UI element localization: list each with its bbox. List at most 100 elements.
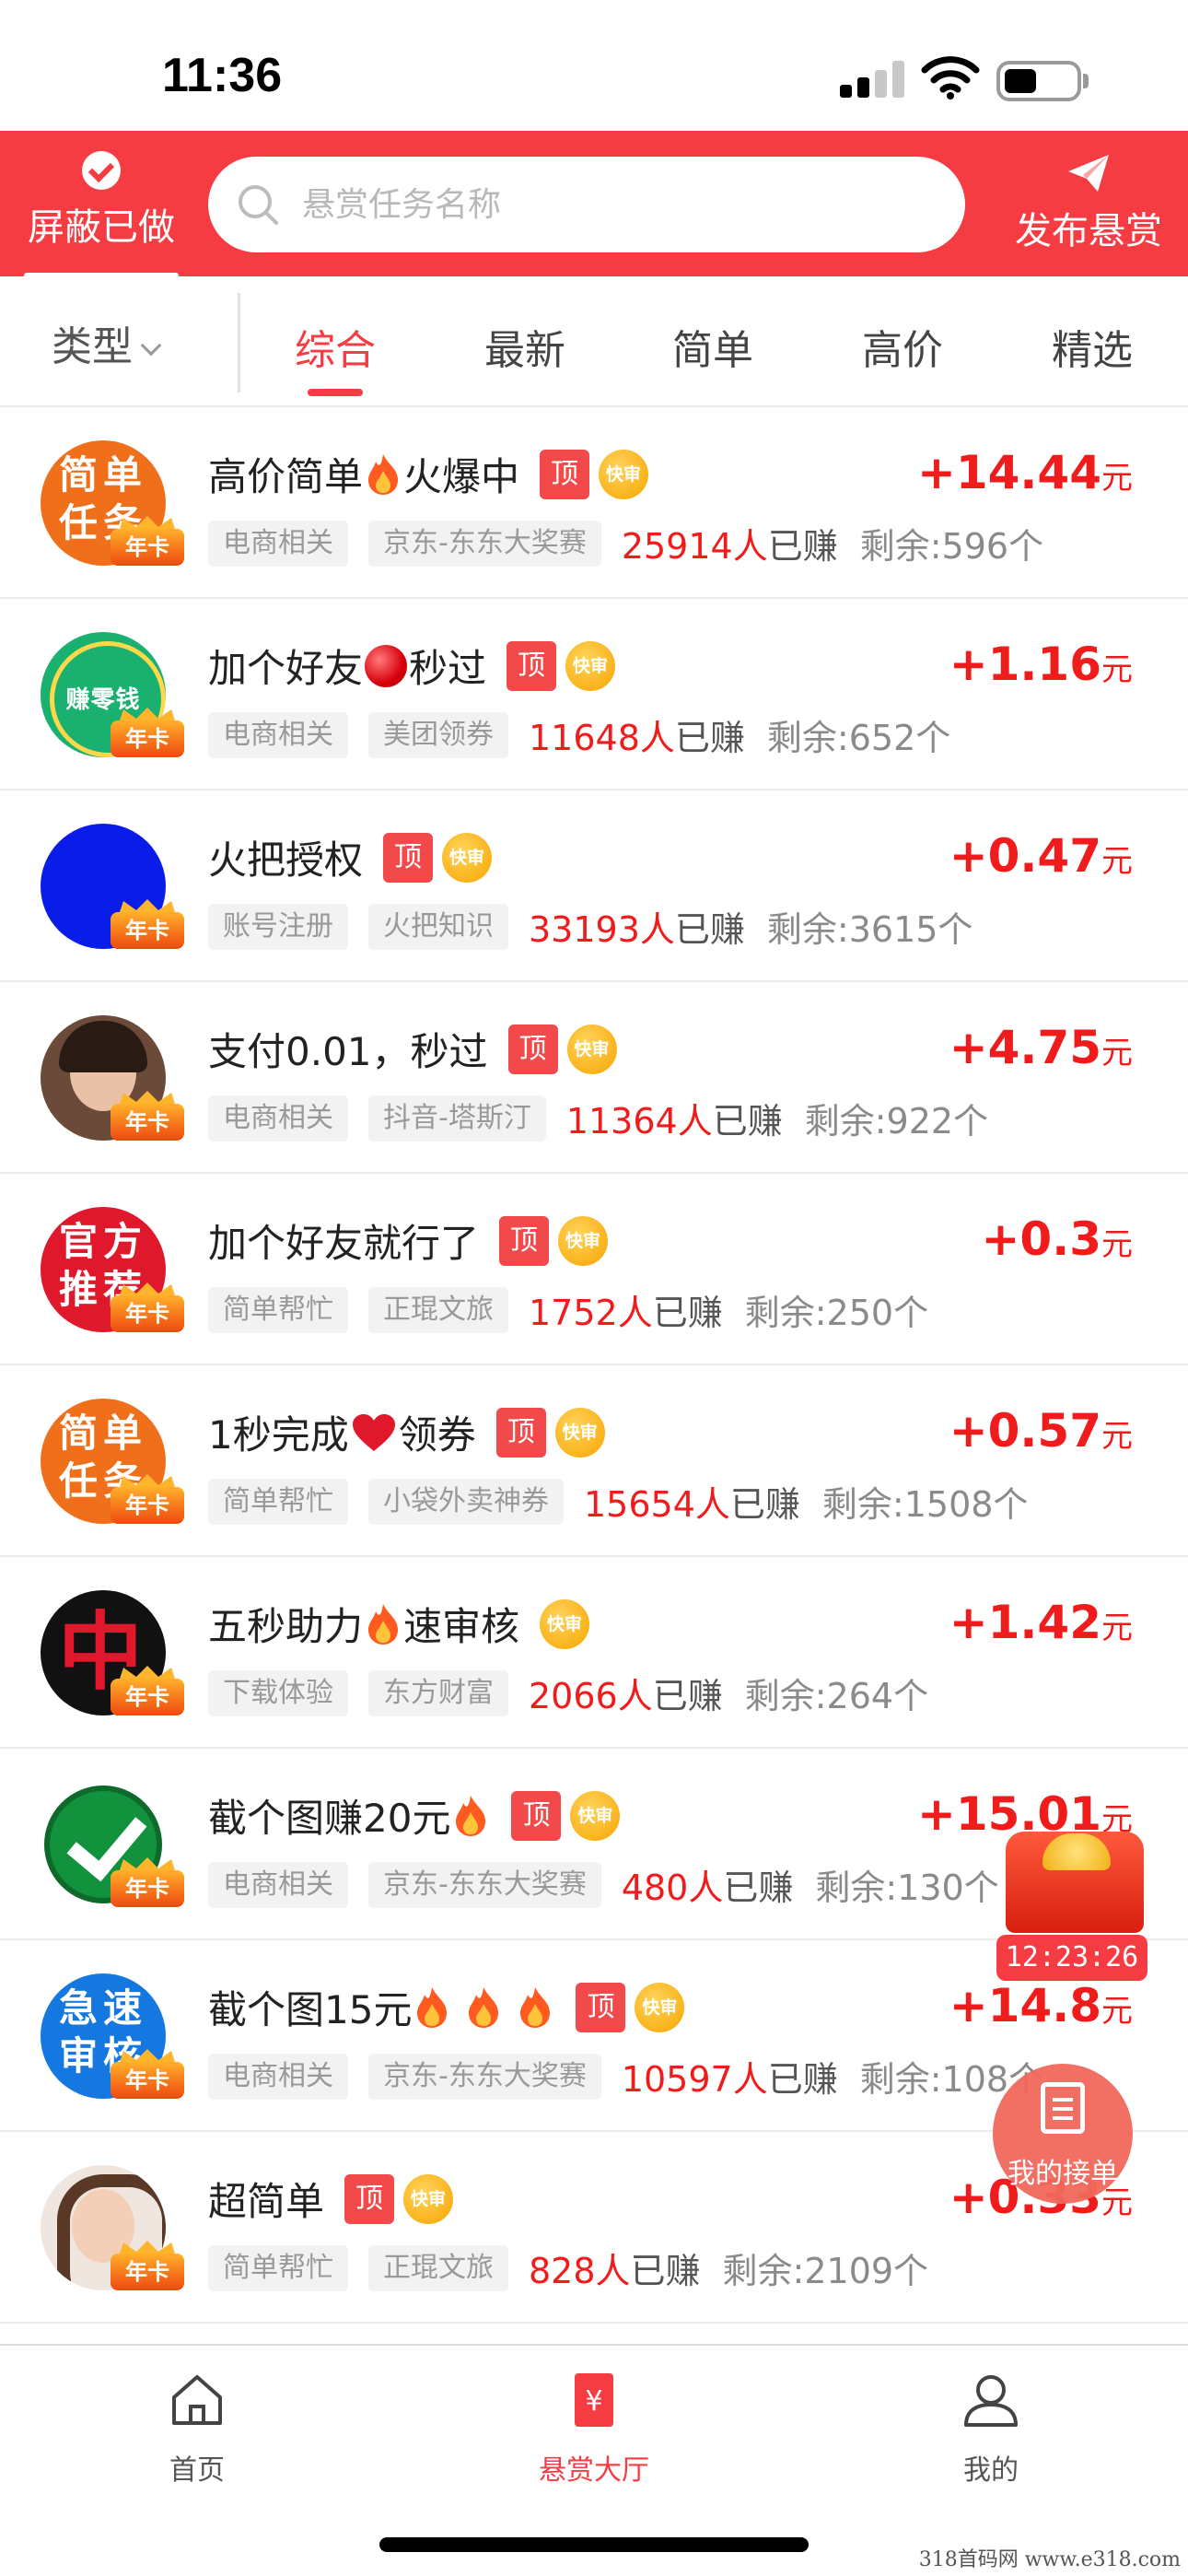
paper-plane-icon <box>1068 155 1109 192</box>
tab-featured[interactable]: 精选 <box>1000 317 1184 376</box>
task-meta: 简单帮忙 正琨文旅 1752人已赚 剩余:250个 <box>208 1284 929 1333</box>
remaining-count: 剩余:3615个 <box>766 909 973 950</box>
task-title: 火把授权顶快审 <box>208 829 493 885</box>
tab-simple[interactable]: 简单 <box>621 317 805 376</box>
fire-icon <box>368 1603 399 1645</box>
annual-card-badge: 年卡 <box>111 1091 184 1142</box>
fire-icon <box>368 453 399 495</box>
category-tag: 电商相关 <box>208 1861 348 1908</box>
category-tag: 下载体验 <box>208 1669 348 1716</box>
top-badge: 顶 <box>499 1215 550 1266</box>
source-tag: 抖音-塔斯汀 <box>368 1095 546 1142</box>
my-orders-label: 我的接单 <box>1007 2158 1118 2190</box>
task-row[interactable]: 年卡 支付0.01，秒过顶快审 电商相关 抖音-塔斯汀 11364人已赚 剩余:922… <box>0 982 1188 1174</box>
check-circle-icon <box>82 151 121 190</box>
fast-review-badge: 快审 <box>599 449 649 499</box>
source-tag: 正琨文旅 <box>368 1286 508 1333</box>
hide-done-toggle[interactable]: 屏蔽已做 <box>17 151 186 278</box>
task-row[interactable]: 赚零钱 年卡 加个好友 秒过顶快审 电商相关 美团领券 11648人已赚 剩余:652个… <box>0 599 1188 790</box>
top-header: 屏蔽已做 发布悬赏 <box>0 131 1188 278</box>
tab-high-price[interactable]: 高价 <box>810 317 995 376</box>
remaining-count: 剩余:596个 <box>859 526 1044 567</box>
search-input[interactable] <box>302 175 928 234</box>
nav-profile[interactable]: 我的 <box>890 2370 1092 2488</box>
annual-card-badge: 年卡 <box>111 899 184 951</box>
battery-icon <box>996 61 1081 101</box>
task-row[interactable]: 中 年卡 五秒助力 速审核 快审 下载体验 东方财富 2066人已赚 剩余:264个 +1… <box>0 1557 1188 1749</box>
cellular-signal-icon <box>840 61 906 98</box>
type-filter-label: 类型 <box>52 323 133 370</box>
category-tag: 电商相关 <box>208 2053 348 2100</box>
task-title: 超简单顶快审 <box>208 2171 454 2227</box>
remaining-count: 剩余:652个 <box>766 718 951 758</box>
fast-review-badge: 快审 <box>570 1790 621 1841</box>
task-meta: 账号注册 火把知识 33193人已赚 剩余:3615个 <box>208 901 973 950</box>
fast-review-badge: 快审 <box>635 1982 685 2032</box>
remaining-count: 剩余:2109个 <box>722 2251 929 2291</box>
earned-count: 2066人已赚 <box>529 1676 723 1716</box>
category-tag: 电商相关 <box>208 1095 348 1142</box>
fire-icon <box>520 1986 551 2028</box>
category-tag: 简单帮忙 <box>208 1478 348 1525</box>
search-bar[interactable] <box>208 157 965 252</box>
top-badge: 顶 <box>344 2173 395 2224</box>
home-icon <box>172 2375 222 2425</box>
top-badge: 顶 <box>507 640 557 691</box>
top-badge: 顶 <box>540 449 590 499</box>
fast-review-badge: 快审 <box>558 1215 609 1266</box>
remaining-count: 剩余:922个 <box>804 1101 989 1142</box>
task-title: 加个好友 秒过顶快审 <box>208 638 616 694</box>
task-row[interactable]: 年卡 火把授权顶快审 账号注册 火把知识 33193人已赚 剩余:3615个 +0.4… <box>0 790 1188 982</box>
category-tag: 简单帮忙 <box>208 1286 348 1333</box>
home-indicator[interactable] <box>379 2537 809 2552</box>
red-packet-widget[interactable]: 12:23:26 <box>996 1832 1147 1981</box>
task-title: 五秒助力 速审核 快审 <box>208 1596 590 1652</box>
nav-home[interactable]: 首页 <box>96 2370 298 2488</box>
fire-icon <box>456 1795 486 1836</box>
type-filter-dropdown[interactable]: 类型 <box>52 313 162 372</box>
reward-amount: +0.3元 <box>981 1212 1133 1266</box>
top-badge: 顶 <box>511 1790 562 1841</box>
red-dot-icon <box>365 644 408 687</box>
task-row[interactable]: 简单任务 年卡 高价简单 火爆中顶快审 电商相关 京东-东东大奖赛 25914人已赚剩… <box>0 407 1188 599</box>
source-tag: 美团领券 <box>368 711 508 758</box>
task-meta: 电商相关 抖音-塔斯汀 11364人已赚 剩余:922个 <box>208 1093 989 1142</box>
reward-amount: +1.16元 <box>949 638 1133 691</box>
chevron-down-icon <box>140 334 162 357</box>
tab-comprehensive[interactable]: 综合 <box>243 317 427 376</box>
earned-count: 25914人已赚 <box>621 526 838 567</box>
clipboard-icon <box>1041 2082 1085 2134</box>
task-title: 1秒完成 领券顶快审 <box>208 1404 605 1460</box>
profile-icon <box>964 2375 1018 2427</box>
task-row[interactable]: 简单任务 年卡 1秒完成 领券顶快审 简单帮忙 小袋外卖神券 15654人已赚 剩余:1… <box>0 1365 1188 1557</box>
category-tabs: 类型 综合 最新 简单 高价 精选 <box>0 276 1188 407</box>
fast-review-badge: 快审 <box>566 1024 617 1074</box>
fast-review-badge: 快审 <box>554 1407 605 1458</box>
fast-review-badge: 快审 <box>540 1598 590 1649</box>
category-tag: 简单帮忙 <box>208 2244 348 2291</box>
my-orders-button[interactable]: 我的接单 <box>993 2064 1133 2204</box>
top-badge: 顶 <box>495 1407 546 1458</box>
reward-amount: +1.42元 <box>949 1596 1133 1649</box>
earned-count: 1752人已赚 <box>529 1293 723 1333</box>
active-tab-indicator <box>308 389 363 396</box>
publish-bounty-button[interactable]: 发布悬赏 <box>996 151 1181 262</box>
reward-amount: +14.8元 <box>949 1979 1133 2032</box>
earned-count: 10597人已赚 <box>621 2059 838 2100</box>
remaining-count: 剩余:250个 <box>744 1293 929 1333</box>
fire-icon <box>469 1986 499 2028</box>
task-row[interactable]: 官方推荐 年卡 加个好友就行了顶快审 简单帮忙 正琨文旅 1752人已赚 剩余:250… <box>0 1174 1188 1365</box>
wifi-icon <box>921 56 980 100</box>
tab-latest[interactable]: 最新 <box>433 317 617 376</box>
task-meta: 电商相关 京东-东东大奖赛 25914人已赚 剩余:596个 <box>208 518 1044 567</box>
task-title: 截个图15元顶快审 <box>208 1979 685 2035</box>
task-list: 简单任务 年卡 高价简单 火爆中顶快审 电商相关 京东-东东大奖赛 25914人已赚剩… <box>0 407 1188 2324</box>
remaining-count: 剩余:130个 <box>815 1868 999 1908</box>
nav-bounty-hall[interactable]: ¥ 悬赏大厅 <box>493 2370 695 2488</box>
heart-icon <box>352 1413 395 1451</box>
annual-card-badge: 年卡 <box>111 516 184 568</box>
fast-review-badge: 快审 <box>442 832 493 883</box>
task-title: 截个图赚20元顶快审 <box>208 1787 621 1844</box>
annual-card-badge: 年卡 <box>111 1666 184 1717</box>
search-icon <box>239 185 278 225</box>
